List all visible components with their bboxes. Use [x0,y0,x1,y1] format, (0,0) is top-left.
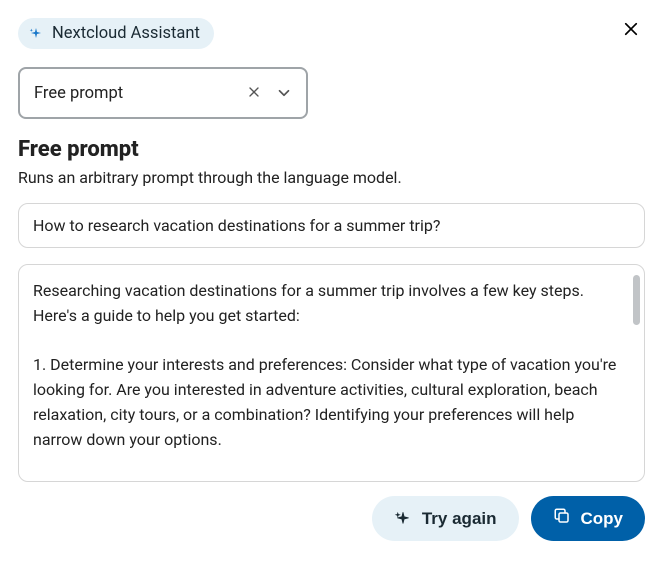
copy-button[interactable]: Copy [531,496,646,541]
copy-icon [553,507,571,530]
scrollbar-thumb[interactable] [633,275,640,325]
task-type-clear-button[interactable] [242,81,266,105]
prompt-input-value: How to research vacation destinations fo… [33,216,440,235]
sparkle-icon [394,510,412,528]
task-type-selected-label: Free prompt [34,84,236,103]
copy-label: Copy [581,509,624,529]
close-icon [246,84,262,103]
assistant-header-label: Nextcloud Assistant [52,24,200,43]
output-text: Researching vacation destinations for a … [33,279,630,463]
sparkle-icon [28,26,44,42]
task-heading: Free prompt [18,137,645,162]
try-again-label: Try again [422,509,497,529]
task-type-select[interactable]: Free prompt [18,67,308,119]
close-button[interactable] [617,16,645,44]
chevron-down-icon [272,81,296,105]
prompt-input[interactable]: How to research vacation destinations fo… [18,203,645,248]
output-box[interactable]: Researching vacation destinations for a … [18,264,645,482]
try-again-button[interactable]: Try again [372,496,519,541]
assistant-header-pill: Nextcloud Assistant [18,18,214,49]
task-description: Runs an arbitrary prompt through the lan… [18,168,645,187]
close-icon [622,20,640,41]
actions-row: Try again Copy [18,496,645,541]
